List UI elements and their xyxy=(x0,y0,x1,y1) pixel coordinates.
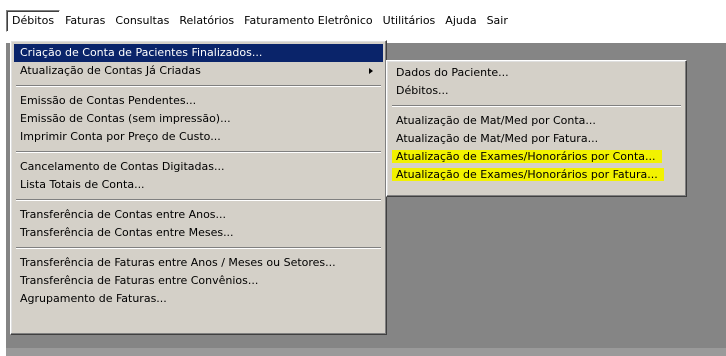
submenu-item-matmed-conta[interactable]: Atualização de Mat/Med por Conta... xyxy=(390,112,683,130)
debitos-dropdown-menu: Criação de Conta de Pacientes Finalizado… xyxy=(10,40,387,335)
menu-item-label: Imprimir Conta por Preço de Custo... xyxy=(20,130,221,143)
menu-item-label: Atualização de Exames/Honorários por Con… xyxy=(392,150,662,163)
submenu-item-matmed-fatura[interactable]: Atualização de Mat/Med por Fatura... xyxy=(390,130,683,148)
menu-separator xyxy=(16,199,381,201)
menu-bar: Débitos Faturas Consultas Relatórios Fat… xyxy=(0,0,726,43)
menu-item-emissao-pendentes[interactable]: Emissão de Contas Pendentes... xyxy=(14,92,383,110)
atualizacao-submenu: Dados do Paciente... Débitos... Atualiza… xyxy=(386,60,687,197)
menu-relatorios[interactable]: Relatórios xyxy=(174,11,239,31)
menu-item-cancelamento-contas[interactable]: Cancelamento de Contas Digitadas... xyxy=(14,158,383,176)
workspace-bottom-band xyxy=(6,348,726,356)
submenu-item-dados-paciente[interactable]: Dados do Paciente... xyxy=(390,64,683,82)
menu-item-label: Lista Totais de Conta... xyxy=(20,178,145,191)
menu-consultas[interactable]: Consultas xyxy=(110,11,174,31)
menu-item-label: Dados do Paciente... xyxy=(396,66,509,79)
menu-item-label: Transferência de Faturas entre Convênios… xyxy=(20,274,259,287)
menu-item-label: Emissão de Contas Pendentes... xyxy=(20,94,197,107)
menu-item-lista-totais[interactable]: Lista Totais de Conta... xyxy=(14,176,383,194)
menu-faturamento-eletronico[interactable]: Faturamento Eletrônico xyxy=(239,11,378,31)
menu-item-criacao-conta[interactable]: Criação de Conta de Pacientes Finalizado… xyxy=(14,44,383,62)
menu-item-label: Criação de Conta de Pacientes Finalizado… xyxy=(20,46,263,59)
menu-item-label: Transferência de Contas entre Anos... xyxy=(20,208,227,221)
menu-item-label: Transferência de Faturas entre Anos / Me… xyxy=(20,256,336,269)
menu-item-transf-contas-meses[interactable]: Transferência de Contas entre Meses... xyxy=(14,224,383,242)
menu-item-emissao-sem-impressao[interactable]: Emissão de Contas (sem impressão)... xyxy=(14,110,383,128)
submenu-item-debitos[interactable]: Débitos... xyxy=(390,82,683,100)
menu-item-atualizacao-contas[interactable]: Atualização de Contas Já Criadas xyxy=(14,62,383,80)
menu-separator xyxy=(16,151,381,153)
menu-item-label: Agrupamento de Faturas... xyxy=(20,292,167,305)
menu-debitos[interactable]: Débitos xyxy=(6,10,61,32)
submenu-item-exames-fatura[interactable]: Atualização de Exames/Honorários por Fat… xyxy=(390,166,683,184)
menu-faturas[interactable]: Faturas xyxy=(60,11,110,31)
menu-separator xyxy=(392,105,681,107)
submenu-arrow-icon xyxy=(369,68,373,74)
menu-item-label: Débitos... xyxy=(396,84,449,97)
menu-item-label: Atualização de Mat/Med por Fatura... xyxy=(396,132,599,145)
menu-separator xyxy=(16,85,381,87)
menu-item-transf-faturas-anos[interactable]: Transferência de Faturas entre Anos / Me… xyxy=(14,254,383,272)
menu-item-transf-contas-anos[interactable]: Transferência de Contas entre Anos... xyxy=(14,206,383,224)
menu-item-label: Emissão de Contas (sem impressão)... xyxy=(20,112,231,125)
menu-ajuda[interactable]: Ajuda xyxy=(440,11,481,31)
menu-utilitarios[interactable]: Utilitários xyxy=(378,11,441,31)
menu-item-label: Atualização de Contas Já Criadas xyxy=(20,64,201,77)
menu-item-imprimir-preco-custo[interactable]: Imprimir Conta por Preço de Custo... xyxy=(14,128,383,146)
menu-item-label: Cancelamento de Contas Digitadas... xyxy=(20,160,225,173)
menu-item-label: Transferência de Contas entre Meses... xyxy=(20,226,234,239)
menu-sair[interactable]: Sair xyxy=(482,11,513,31)
menu-item-agrupamento-faturas[interactable]: Agrupamento de Faturas... xyxy=(14,290,383,308)
menu-separator xyxy=(16,247,381,249)
submenu-item-exames-conta[interactable]: Atualização de Exames/Honorários por Con… xyxy=(390,148,683,166)
menu-bar-row: Débitos Faturas Consultas Relatórios Fat… xyxy=(6,10,513,32)
menu-item-transf-faturas-convenios[interactable]: Transferência de Faturas entre Convênios… xyxy=(14,272,383,290)
menu-item-label: Atualização de Mat/Med por Conta... xyxy=(396,114,596,127)
menu-item-label: Atualização de Exames/Honorários por Fat… xyxy=(392,168,664,181)
